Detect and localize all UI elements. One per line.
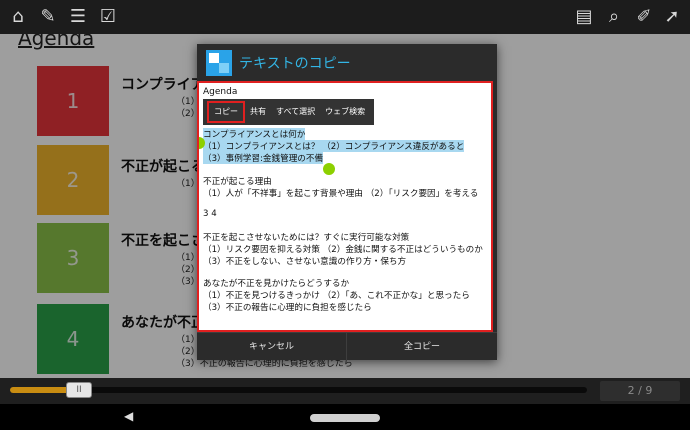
forward-icon[interactable]: ➚: [660, 5, 684, 29]
text-line[interactable]: （1）リスク要因を抑える対策 （2）金銭に関する不正はどういうものか: [203, 243, 483, 255]
pen-list-icon[interactable]: ✎: [36, 5, 60, 29]
text-line[interactable]: 不正を起こさせないためには？すぐに実行可能な対策: [203, 231, 409, 243]
selected-text-line[interactable]: （1）コンプライアンスとは？ （2）コンプライアンス違反があると: [203, 140, 465, 152]
cancel-button[interactable]: キャンセル: [197, 333, 347, 361]
share-menu-item[interactable]: 共有: [245, 101, 271, 123]
text-line[interactable]: （3）不正をしない、させない意識の作り方・保ち方: [203, 255, 406, 267]
text-line[interactable]: 3 4: [203, 209, 217, 219]
text-line[interactable]: （1）人が「不祥事」を起こす背景や理由 （2）「リスク要因」を考える: [203, 187, 478, 199]
selection-end-handle[interactable]: [323, 163, 335, 175]
text-line[interactable]: （1）不正を見つけるきっかけ （2）「あ、これ不正かな」と思ったら: [203, 289, 470, 301]
page-indicator[interactable]: 2 / 9: [600, 381, 680, 401]
dialog-footer: キャンセル 全コピー: [197, 332, 497, 361]
page-slider-thumb[interactable]: II: [66, 382, 92, 398]
app-logo-icon: [206, 50, 232, 76]
slides-icon[interactable]: ▤: [572, 5, 596, 29]
text-line[interactable]: 不正が起こる理由: [203, 175, 272, 187]
search-icon[interactable]: ⌕: [602, 5, 626, 29]
copy-text-dialog: テキストのコピー Agenda コピー 共有 すべて選択 ウェブ検索 コンプライ…: [197, 44, 497, 361]
select-all-menu-item[interactable]: すべて選択: [271, 101, 320, 123]
home-pill[interactable]: [310, 414, 380, 422]
dialog-header: テキストのコピー: [197, 44, 497, 80]
system-nav-bar: ◀: [0, 404, 690, 430]
text-selection-area[interactable]: Agenda コピー 共有 すべて選択 ウェブ検索 コンプライアンスとは何か （…: [197, 81, 493, 332]
back-icon[interactable]: ◀: [124, 409, 133, 423]
home-icon[interactable]: ⌂: [6, 5, 30, 29]
copy-all-button[interactable]: 全コピー: [347, 333, 497, 361]
text-context-menu: コピー 共有 すべて選択 ウェブ検索: [203, 99, 375, 125]
selected-text-line[interactable]: コンプライアンスとは何か: [203, 128, 306, 140]
page-slider-bar: II 2 / 9: [0, 378, 690, 404]
copy-menu-item[interactable]: コピー: [207, 101, 245, 123]
checklist-icon[interactable]: ☑: [96, 5, 120, 29]
dialog-title: テキストのコピー: [239, 56, 351, 72]
web-search-menu-item[interactable]: ウェブ検索: [320, 101, 370, 123]
agenda-label: Agenda: [203, 87, 238, 97]
text-line[interactable]: （3）不正の報告に心理的に負担を感じたら: [203, 301, 372, 313]
list-icon[interactable]: ☰: [66, 5, 90, 29]
text-line[interactable]: あなたが不正を見かけたらどうするか: [203, 277, 349, 289]
page-slider-track[interactable]: [10, 387, 587, 393]
brush-icon[interactable]: ✐: [632, 5, 656, 29]
top-toolbar: ⌂ ✎ ☰ ☑ ▤ ⌕ ✐ ➚: [0, 0, 690, 34]
selected-text-line[interactable]: （3）事例学習:金銭管理の不備: [203, 152, 324, 164]
